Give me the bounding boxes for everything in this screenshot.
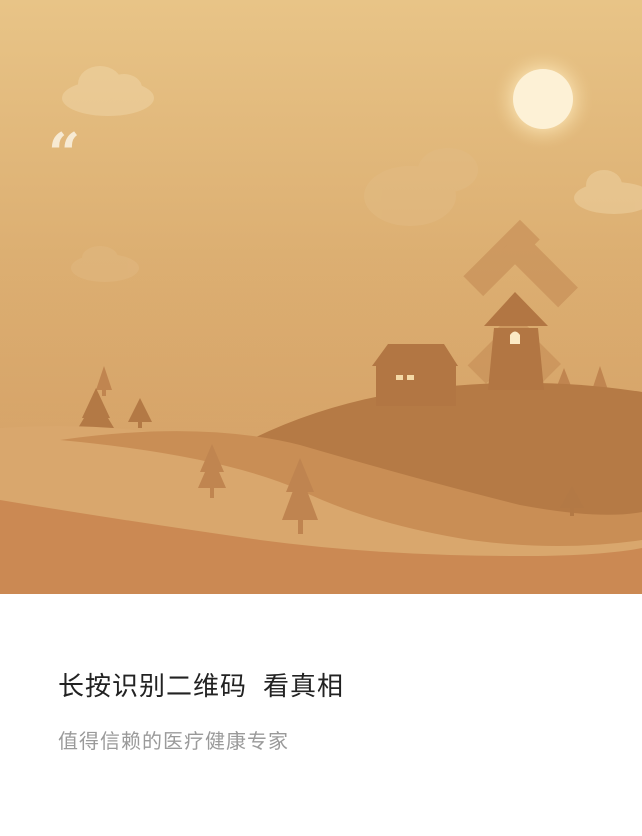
caption: 长按识别二维码 看真相 值得信赖的医疗健康专家: [58, 666, 618, 754]
landscape-scene: [0, 0, 642, 594]
title-main: 长按识别二维码: [58, 672, 248, 702]
house-icon: [372, 344, 458, 406]
page-title: 长按识别二维码 看真相: [58, 666, 618, 703]
share-card: “ 长按识别二维码 看真相 值得信赖的医疗健康专家: [0, 0, 642, 836]
quote-mark-icon: “: [48, 121, 81, 187]
title-emphasis: 看真相: [263, 672, 345, 702]
slogan: 值得信赖的医疗健康专家: [58, 729, 289, 753]
sun-icon: [513, 69, 573, 129]
landscape-illustration: [0, 0, 642, 594]
